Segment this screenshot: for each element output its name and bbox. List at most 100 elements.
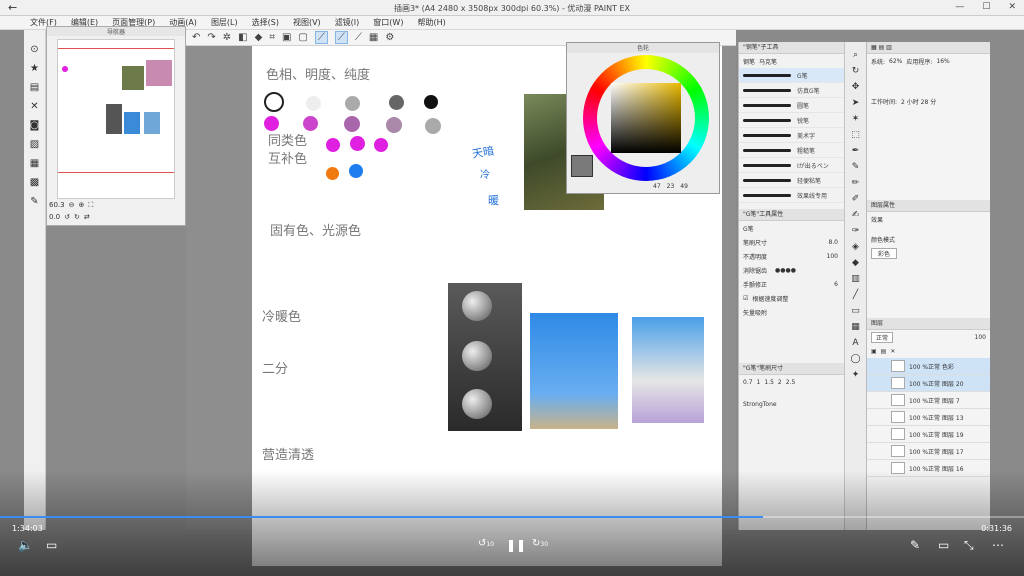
zoom-tool-icon[interactable]: ⌕ <box>853 50 858 60</box>
brush-item[interactable]: 效果线专用 <box>739 188 844 203</box>
layer-row[interactable]: 100 %正常 图层 20 <box>867 375 990 392</box>
material-icon[interactable]: ▩ <box>30 177 39 188</box>
image-icon[interactable]: ▨ <box>30 139 39 150</box>
navigator-zoom-value[interactable]: 60.3 <box>49 201 65 210</box>
lasso-tool-icon[interactable]: ✶ <box>852 114 860 124</box>
star-icon[interactable]: ★ <box>30 63 39 74</box>
gradient-tool-icon[interactable]: ▥ <box>851 274 860 284</box>
brush-item[interactable]: 仿真G笔 <box>739 83 844 98</box>
brush-item[interactable]: 锐笔 <box>739 113 844 128</box>
anti-alias-row[interactable]: 消除锯齿 ●●●● <box>739 263 844 277</box>
menu-layer[interactable]: 图层(L) <box>211 16 238 29</box>
color-mode-select[interactable]: 彩色 <box>867 246 990 260</box>
frame-tool-icon[interactable]: ▭ <box>851 306 860 316</box>
menu-filter[interactable]: 滤镜(I) <box>335 16 360 29</box>
navigator-thumbnail[interactable] <box>57 39 175 199</box>
brush-tool-icon[interactable]: ✐ <box>852 194 860 204</box>
figure-tool-icon[interactable]: ╱ <box>853 290 858 300</box>
undo-icon[interactable]: ↶ <box>192 32 200 43</box>
delete-icon[interactable]: ✕ <box>30 101 38 112</box>
clear-icon[interactable]: ◧ <box>238 32 247 43</box>
pause-button[interactable]: ❚❚ <box>506 538 526 552</box>
move-tool-icon[interactable]: ✥ <box>852 82 860 92</box>
layer-blend-row[interactable]: 正常 100 <box>867 330 990 344</box>
video-progress-bar[interactable] <box>0 516 1024 518</box>
airbrush-tool-icon[interactable]: ✍ <box>852 210 860 220</box>
rotate-right-icon[interactable]: ↻ <box>74 213 80 221</box>
invert-icon[interactable]: ▢ <box>298 32 307 43</box>
tab-pen[interactable]: 钢笔 <box>743 57 755 66</box>
settings-icon[interactable]: ⚙ <box>385 32 394 43</box>
navigator-angle-value[interactable]: 0.0 <box>49 213 60 221</box>
camera-icon[interactable]: ◙ <box>30 120 40 131</box>
deselect-icon[interactable]: ▣ <box>282 32 291 43</box>
folder-icon[interactable]: ▤ <box>881 348 887 355</box>
brush-item[interactable]: 圆笔 <box>739 98 844 113</box>
layer-row[interactable]: 100 %正常 图层 17 <box>867 443 990 460</box>
calendar-icon[interactable]: ▦ <box>30 158 39 169</box>
brush-size-preset[interactable]: 1.5 <box>764 379 774 386</box>
trash-icon[interactable]: ✕ <box>890 348 895 355</box>
rotate-left-icon[interactable]: ↺ <box>64 213 70 221</box>
menu-select[interactable]: 选择(S) <box>252 16 279 29</box>
fill-tool-icon[interactable]: ◆ <box>852 258 859 268</box>
volume-icon[interactable]: 🔈 <box>18 538 33 552</box>
rewind-button[interactable]: ↺10 <box>478 538 494 549</box>
eraser-tool-icon[interactable]: ◈ <box>852 242 859 252</box>
brush-item[interactable]: Iが出るペン <box>739 158 844 173</box>
saturation-value-square[interactable] <box>611 83 681 153</box>
text-tool-icon[interactable]: A <box>852 338 858 348</box>
menu-window[interactable]: 窗口(W) <box>373 16 403 29</box>
new-layer-icon[interactable]: ▣ <box>871 348 877 355</box>
speed-adjust-row[interactable]: ☑ 根据速度调整 <box>739 291 844 305</box>
layer-row[interactable]: 100 %正常 色彩 <box>867 358 990 375</box>
fill-icon[interactable]: ◆ <box>255 32 263 43</box>
menu-help[interactable]: 帮助(H) <box>417 16 445 29</box>
zoom-in-icon[interactable]: ⊕ <box>78 201 84 210</box>
stabilize-row[interactable]: 手颤修正 6 <box>739 277 844 291</box>
select-tool-icon[interactable]: ⬚ <box>851 130 860 140</box>
pen-tool-icon[interactable]: ✎ <box>852 162 860 172</box>
pencil-tool-icon[interactable]: ✏ <box>852 178 860 188</box>
cast-icon[interactable]: ▭ <box>938 538 949 552</box>
spinner-icon[interactable]: ✲ <box>223 32 231 43</box>
layer-row[interactable]: 100 %正常 图层 13 <box>867 409 990 426</box>
zoom-out-icon[interactable]: ⊖ <box>69 201 75 210</box>
brush-size-preset[interactable]: 0.7 <box>743 379 753 386</box>
forward-button[interactable]: ↻30 <box>532 538 548 549</box>
annotate-icon[interactable]: ✎ <box>910 538 920 552</box>
subtitle-icon[interactable]: ▭ <box>46 538 57 552</box>
brush-item[interactable]: 美术字 <box>739 128 844 143</box>
eyedropper-tool-icon[interactable]: ✒ <box>852 146 860 156</box>
grid-snap-icon[interactable]: ⟋ <box>355 32 362 43</box>
maximize-icon[interactable]: ☐ <box>982 2 990 12</box>
edit-icon[interactable]: ✎ <box>30 196 38 207</box>
balloon-tool-icon[interactable]: ◯ <box>850 354 860 364</box>
minimize-icon[interactable]: — <box>955 2 964 12</box>
ruler-tool-icon[interactable]: ▦ <box>851 322 860 332</box>
exit-fullscreen-icon[interactable]: ⤡ <box>964 538 974 553</box>
ruler-snap-icon[interactable]: ⟋ <box>314 31 328 44</box>
layer-row[interactable]: 100 %正常 图层 19 <box>867 426 990 443</box>
object-tool-icon[interactable]: ➤ <box>852 98 860 108</box>
more-icon[interactable]: ⋯ <box>992 538 1004 552</box>
palette-selector[interactable]: StrongTone <box>739 397 844 411</box>
transform-icon[interactable]: ⌗ <box>269 32 275 43</box>
layer-row[interactable]: 100 %正常 图层 7 <box>867 392 990 409</box>
opacity-row[interactable]: 不透明度 100 <box>739 249 844 263</box>
brush-item[interactable]: 粗糙笔 <box>739 143 844 158</box>
blend-tool-icon[interactable]: ✑ <box>852 226 860 236</box>
correction-tool-icon[interactable]: ✦ <box>852 370 860 380</box>
flip-icon[interactable]: ⇄ <box>84 213 90 221</box>
close-icon[interactable]: ✕ <box>1008 2 1016 12</box>
brush-size-preset[interactable]: 1 <box>757 379 761 386</box>
menu-view[interactable]: 视图(V) <box>293 16 321 29</box>
brush-item[interactable]: 轻便粘笔 <box>739 173 844 188</box>
brush-size-preset[interactable]: 2 <box>778 379 782 386</box>
zoom-icon[interactable]: ⊙ <box>30 44 38 55</box>
main-color-swatch[interactable] <box>571 155 593 177</box>
redo-icon[interactable]: ↷ <box>207 32 215 43</box>
brush-size-preset[interactable]: 2.5 <box>786 379 796 386</box>
tab-marker[interactable]: 马克笔 <box>759 57 777 66</box>
layer-icon[interactable]: ▤ <box>30 82 39 93</box>
